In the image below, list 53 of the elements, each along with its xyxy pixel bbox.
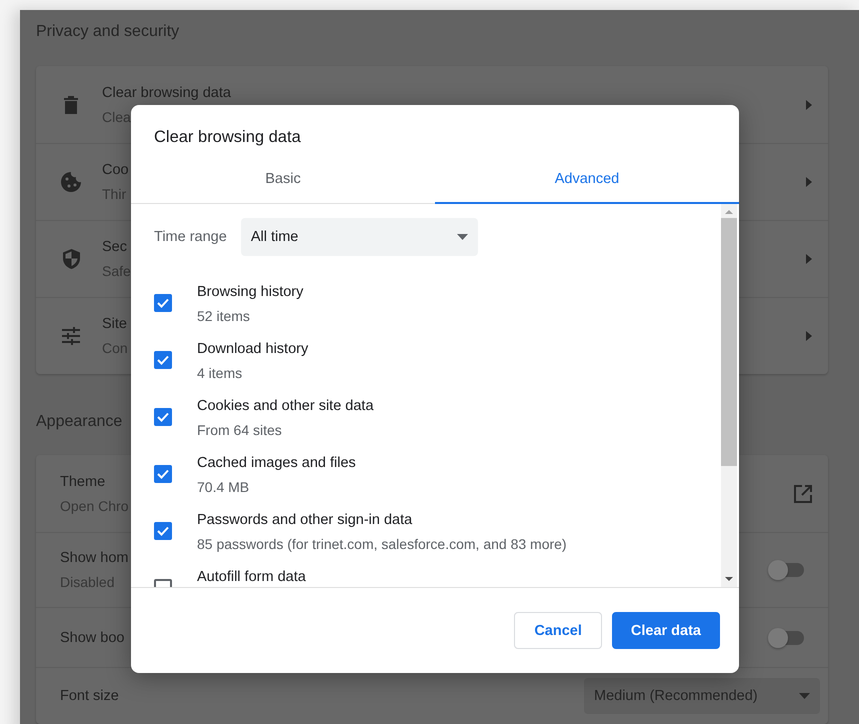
external-link-icon[interactable] bbox=[794, 484, 812, 502]
item-title: Autofill form data bbox=[197, 568, 306, 586]
clear-data-button[interactable]: Clear data bbox=[612, 612, 720, 649]
item-title: Passwords and other sign-in data bbox=[197, 511, 412, 529]
dropdown-arrow-icon bbox=[456, 234, 468, 240]
item-description: 4 items bbox=[197, 364, 242, 382]
item-description: 85 passwords (for trinet.com, salesforce.com, and 83 more) bbox=[197, 535, 567, 553]
checkmark-icon bbox=[157, 412, 169, 422]
dropdown-arrow-icon bbox=[799, 693, 810, 699]
section-heading: Privacy and security bbox=[36, 22, 180, 42]
item-title: Cookies and other site data bbox=[197, 397, 374, 415]
setting-title: Site bbox=[102, 315, 127, 334]
section-heading: Appearance bbox=[36, 412, 122, 432]
toggle-switch[interactable] bbox=[770, 630, 804, 644]
checkmark-icon bbox=[157, 526, 169, 536]
dialog-title: Clear browsing data bbox=[154, 127, 301, 147]
setting-title: Coo bbox=[102, 161, 129, 180]
checkbox[interactable] bbox=[154, 522, 172, 540]
time-range-label: Time range bbox=[154, 229, 227, 245]
checkmark-icon bbox=[157, 355, 169, 365]
checkmark-icon bbox=[157, 469, 169, 479]
checkbox[interactable] bbox=[154, 351, 172, 369]
scrollbar[interactable] bbox=[721, 204, 737, 587]
arrow-icon bbox=[806, 177, 812, 187]
setting-title: Font size bbox=[60, 687, 119, 706]
setting-title: Sec bbox=[102, 238, 127, 257]
checkmark-icon bbox=[157, 298, 169, 308]
setting-title: Show boo bbox=[60, 628, 124, 648]
checkbox[interactable] bbox=[154, 465, 172, 483]
time-range-dropdown[interactable]: All time bbox=[240, 218, 478, 256]
cancel-button[interactable]: Cancel bbox=[514, 612, 602, 649]
arrow-icon bbox=[806, 254, 812, 264]
item-description: 70.4 MB bbox=[197, 478, 250, 496]
setting-title: Show hom bbox=[60, 549, 129, 568]
item-title: Browsing history bbox=[197, 283, 304, 301]
toggle-switch[interactable] bbox=[770, 563, 804, 577]
cookie-icon bbox=[61, 172, 81, 192]
font-size-dropdown[interactable]: Medium (Recommended) bbox=[584, 678, 820, 714]
item-title: Cached images and files bbox=[197, 454, 356, 472]
arrow-icon bbox=[806, 100, 812, 110]
arrow-icon bbox=[806, 331, 812, 341]
shield-icon bbox=[62, 249, 80, 269]
item-description: From 64 sites bbox=[197, 421, 282, 439]
checkbox[interactable] bbox=[154, 408, 172, 426]
setting-title: Clear browsing data bbox=[102, 84, 231, 102]
checkbox[interactable] bbox=[154, 294, 172, 312]
tab[interactable]: Advanced bbox=[435, 155, 739, 204]
item-title: Download history bbox=[197, 340, 308, 358]
tab[interactable]: Basic bbox=[131, 155, 435, 204]
sliders-icon bbox=[62, 327, 80, 345]
setting-title: Theme bbox=[60, 472, 106, 492]
item-description: 52 items bbox=[197, 307, 250, 325]
trash-icon bbox=[64, 96, 78, 114]
